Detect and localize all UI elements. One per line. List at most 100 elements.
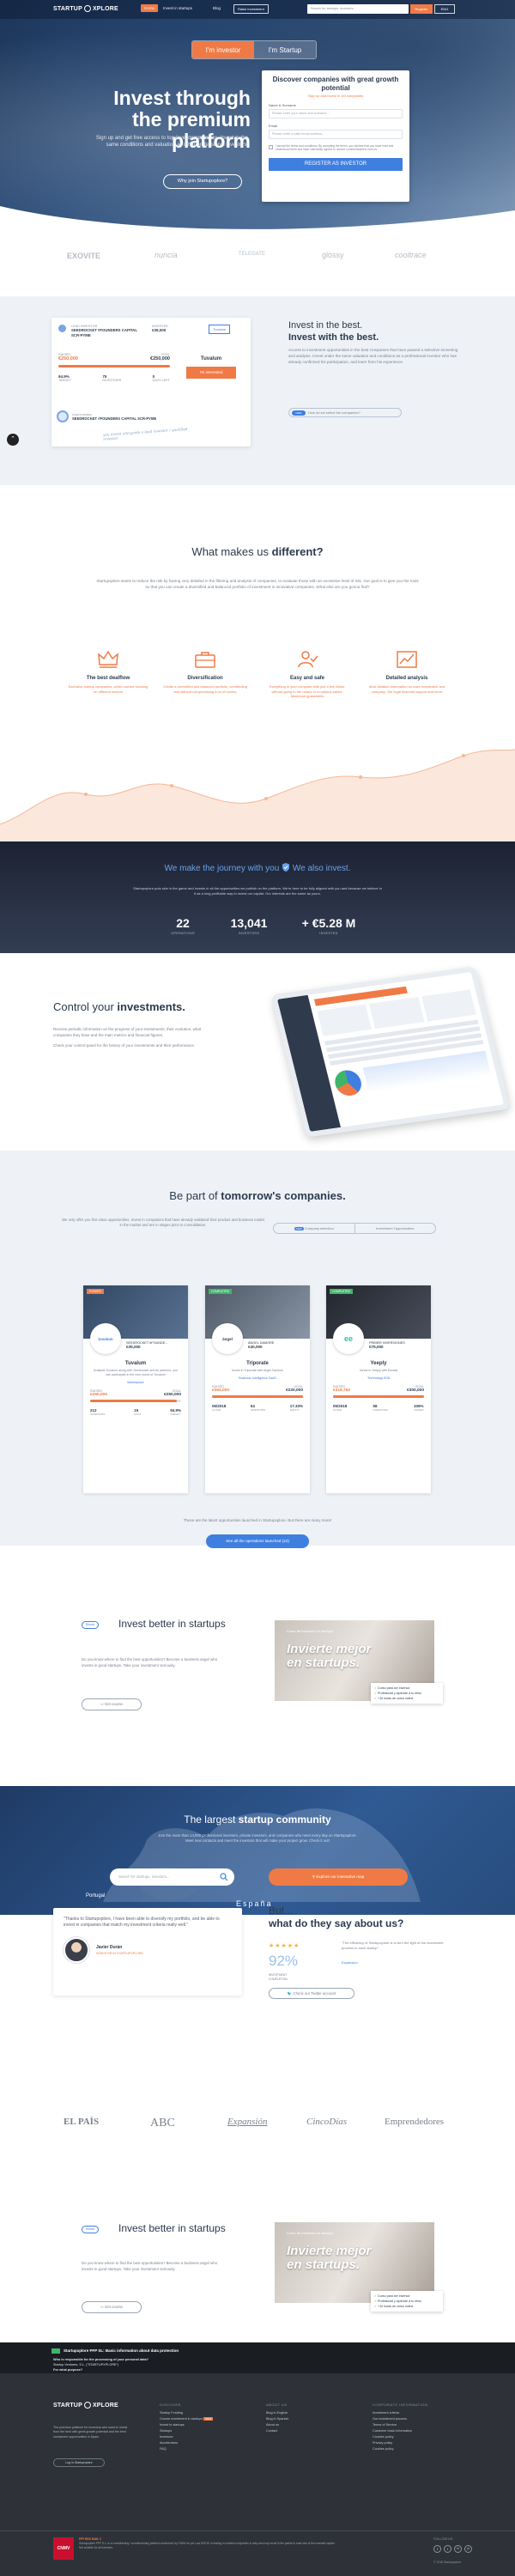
crown-icon <box>98 650 118 668</box>
raised-value: €250,000 <box>58 356 78 361</box>
footer-link[interactable]: Blog in English <box>266 2410 288 2416</box>
journey-title: We make the journey with you We also inv… <box>164 863 351 873</box>
journey-body: Startupxplore puts skin in the game and … <box>133 886 382 896</box>
rating-stars: ★★★★★ <box>269 1943 300 1949</box>
hero-subtitle: Sign up and get free access to top-level… <box>95 136 248 148</box>
footer-link[interactable]: Investment criteria <box>373 2410 427 2416</box>
footer-link[interactable]: Startup Funding <box>160 2410 213 2416</box>
footer-link[interactable]: Investors <box>160 2434 213 2440</box>
footer-link[interactable]: Accelerators <box>160 2440 213 2446</box>
form-title: Discover companies with great growth pot… <box>272 76 399 92</box>
footer-link[interactable]: Blog in Spanish <box>266 2416 288 2422</box>
email-field[interactable]: Please enter a valid email address... <box>269 130 403 139</box>
feature-diversification: Diversification Create a diversified and … <box>163 650 247 694</box>
footer-link[interactable]: Cookies policy <box>373 2434 427 2440</box>
handwritten-note: you invest alongside a lead investor / q… <box>102 426 188 441</box>
europe-map <box>103 1808 421 1902</box>
copyright: © 2018 Startupxplore <box>433 2561 462 2564</box>
investment-card[interactable]: COMPLETED ee PRIMER INVERSIONES €75,000 Y… <box>326 1285 431 1493</box>
scroll-up-icon[interactable]: ⌃ <box>7 434 19 446</box>
toggle-startup[interactable]: I'm Startup <box>254 41 316 58</box>
get-course-button[interactable]: ⇨ Get course <box>82 1698 142 1710</box>
press-quote-source: Expansión <box>342 1960 358 1965</box>
chart-icon <box>397 651 417 668</box>
invest-better-body: Do you know where to find the best oppor… <box>82 1657 218 1668</box>
opportunity-card[interactable]: LEAD INVESTOR SEEDROCKET #FOUNDERS CAPIT… <box>52 318 251 447</box>
course-features-list: Curso para ser inversorProfesional y apr… <box>371 2291 443 2312</box>
control-title: Control your investments. <box>53 1000 185 1013</box>
search-icon[interactable] <box>220 1873 228 1881</box>
opportunity-tabs: NEW Company selection Investment Opportu… <box>273 1223 436 1234</box>
twitter-icon[interactable]: t <box>444 2545 451 2553</box>
footer-link[interactable]: Our investment process <box>373 2416 427 2422</box>
testimonial-role: INVESTOR IN STARTUPXPLORE <box>96 1952 143 1955</box>
press-quote: "The efficiency of Startupxplore is to t… <box>342 1941 444 1950</box>
linkedin-icon[interactable]: in <box>454 2545 462 2553</box>
lead-value: SEEDROCKET #FOUNDERS CAPITAL SCR-PYME <box>71 328 137 337</box>
register-button[interactable]: Register <box>410 4 433 14</box>
toggle-investor[interactable]: I'm investor <box>192 41 254 58</box>
footer-link[interactable]: Customer basic information <box>373 2428 427 2434</box>
user-check-icon <box>298 651 318 668</box>
control-body: Receive periodic information on the prog… <box>53 1027 202 1048</box>
footer-link[interactable]: Cookies policy <box>373 2446 427 2452</box>
tab-investment-opportunities[interactable]: Investment Opportunities <box>355 1224 436 1233</box>
company-logo: tuvalum <box>90 1323 121 1354</box>
ebook-tag: Ebook <box>82 2226 100 2233</box>
name-field[interactable]: Please enter your name and surname... <box>269 109 403 118</box>
tab-company-selection[interactable]: NEW Company selection <box>274 1224 355 1233</box>
twitter-button[interactable]: 🐦 Check our Twitter account <box>269 1988 354 1999</box>
invest-better-title: Invest better in startups <box>118 2222 226 2234</box>
register-investor-button[interactable]: REGISTER AS INVESTOR <box>269 158 403 172</box>
nav-blog[interactable]: Blog <box>213 6 221 10</box>
lead-avatar <box>58 325 66 332</box>
search-input[interactable]: Search for startups, investors... <box>307 4 409 14</box>
language-select[interactable]: ENG <box>434 4 455 14</box>
role-toggle: I'm investor I'm Startup <box>191 40 317 59</box>
company-logo: ee <box>333 1323 364 1354</box>
tablet-dashboard-image <box>270 966 511 1138</box>
interested-button[interactable]: I'm interested <box>186 367 236 379</box>
name-label: Name & Surname <box>269 103 296 107</box>
press-logo: EL PAÍS <box>64 2117 100 2127</box>
goal-value: €250,000 <box>150 356 170 361</box>
testimonial-name: Javier Durán <box>96 1945 123 1950</box>
community-search-input[interactable]: Search for startups, investors... <box>110 1868 234 1886</box>
see-all-operations-button[interactable]: See all the operations launched (22) <box>206 1534 309 1548</box>
footer-link[interactable]: Terms of Service <box>373 2422 427 2428</box>
stat-operations: 22 OPERATIONS <box>171 916 195 935</box>
get-course-button[interactable]: ⇨ Get course <box>82 2301 142 2313</box>
footer-login-button[interactable]: Log in Startupxplore <box>53 2458 105 2467</box>
why-join-button[interactable]: Why join Startupxplore? <box>163 174 242 189</box>
footer-logo[interactable]: STARTUP XPLORE <box>53 2402 118 2409</box>
logo[interactable]: STARTUP XPLORE <box>53 5 118 12</box>
nav-invest[interactable]: Invest in startups <box>163 6 192 10</box>
footer-link[interactable]: Contact <box>266 2428 288 2434</box>
investment-card[interactable]: COMPLETED ángel ÁNGEL DAMORE €40,000 Trip… <box>205 1285 310 1493</box>
terms-checkbox[interactable] <box>269 145 273 149</box>
how-select-button[interactable]: NEW How do we select the companies? <box>288 408 402 417</box>
footer-link[interactable]: Startups <box>160 2428 213 2434</box>
press-logo: ABC <box>150 2117 175 2129</box>
footer-link[interactable]: Invest in startups <box>160 2422 213 2428</box>
partner-logo: EXOVITE <box>67 252 101 260</box>
metric-label: TARGET <box>58 379 72 382</box>
investment-card[interactable]: FUNDED tuvalum SEEDROCKET #FOUNDE... €35,… <box>83 1285 188 1493</box>
info-flag-icon <box>52 2348 60 2354</box>
metric-label: INVESTORS <box>102 379 122 382</box>
nav-home[interactable]: Home <box>141 4 159 12</box>
operations-note: These are the latest opportunities launc… <box>183 1518 332 1522</box>
footer-link[interactable]: Privacy policy <box>373 2440 427 2446</box>
footer-link[interactable]: About us <box>266 2422 288 2428</box>
lead-name: SEEDROCKET #FOUNDERS CAPITAL SCR-PYME <box>72 416 157 421</box>
raise-investment-button[interactable]: Raise investment <box>233 4 269 14</box>
form-subtitle: Sign up and invest in 1M companies <box>307 94 364 98</box>
facebook-icon[interactable]: f <box>433 2545 441 2553</box>
footer-link[interactable]: Course investment in startups NEW <box>160 2416 214 2422</box>
company-name: Tuvalum <box>200 356 222 361</box>
lead-badge-icon <box>57 410 69 422</box>
footer-link[interactable]: FAQ <box>160 2446 213 2452</box>
testimonial-card: "Thanks to Startupxplore, I have been ab… <box>53 1908 242 1996</box>
explore-map-button[interactable]: ⚲ Explore our interactive map <box>269 1868 408 1886</box>
youtube-icon[interactable]: yt <box>464 2545 472 2553</box>
